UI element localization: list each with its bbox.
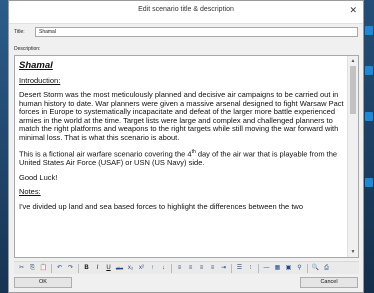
toolbar-separator <box>78 263 79 273</box>
sort-asc-icon[interactable]: ↑ <box>148 263 157 274</box>
italic-icon[interactable]: I <box>93 263 102 274</box>
description-label: Description: <box>14 46 41 52</box>
scenario-heading: Shamal <box>19 60 53 71</box>
edit-scenario-dialog: Edit scenario title & description ✕ Titl… <box>8 0 364 293</box>
redo-icon[interactable]: ↷ <box>66 263 75 274</box>
good-luck-text: Good Luck! <box>19 172 58 182</box>
notes-label: Notes: <box>19 187 41 196</box>
title-label: Title: <box>14 29 25 35</box>
editor-scrollbar[interactable]: ▲ ▼ <box>347 56 358 257</box>
print-icon[interactable]: ⎙ <box>322 263 331 274</box>
introduction-label: Introduction: <box>19 75 61 85</box>
intro-paragraph: Desert Storm was the most meticulously p… <box>19 90 344 142</box>
dialog-titlebar: Edit scenario title & description ✕ <box>9 1 363 24</box>
cancel-button[interactable]: Cancel <box>300 277 358 288</box>
undo-icon[interactable]: ↶ <box>55 263 64 274</box>
scroll-up-icon[interactable]: ▲ <box>348 58 358 64</box>
image-icon[interactable]: ▣ <box>284 263 293 274</box>
subscript-icon[interactable]: x₂ <box>126 263 135 274</box>
scroll-thumb[interactable] <box>350 66 356 114</box>
bold-icon[interactable]: B <box>82 263 91 274</box>
toolbar-separator <box>258 263 259 273</box>
close-icon[interactable]: ✕ <box>349 5 357 16</box>
fictional-paragraph: This is a fictional air warfare scenario… <box>19 148 348 168</box>
copy-icon[interactable]: ⎘ <box>28 263 37 274</box>
toolbar-separator <box>307 263 308 273</box>
description-editor[interactable]: Shamal Introduction: Desert Storm was th… <box>14 55 359 258</box>
desktop-marker <box>365 26 373 35</box>
align-right-icon[interactable]: ≡ <box>197 263 206 274</box>
desktop-background-left <box>0 0 8 293</box>
justify-icon[interactable]: ≡ <box>208 263 217 274</box>
toolbar-separator <box>171 263 172 273</box>
desktop-marker <box>365 112 373 121</box>
find-icon[interactable]: 🔍 <box>311 263 320 274</box>
notes-paragraph: I've divided up land and sea based force… <box>19 201 303 211</box>
toolbar-separator <box>231 263 232 273</box>
numbered-list-icon[interactable]: ⁝ <box>246 263 255 274</box>
cut-icon[interactable]: ✂ <box>17 263 26 274</box>
desktop-marker <box>365 66 373 75</box>
indent-icon[interactable]: ⇥ <box>219 263 228 274</box>
paste-icon[interactable]: 📋 <box>39 263 48 274</box>
dialog-title: Edit scenario title & description <box>138 6 234 13</box>
strikethrough-icon[interactable]: abc <box>115 263 124 274</box>
desktop-marker <box>365 178 373 187</box>
horizontal-rule-icon[interactable]: — <box>262 263 271 274</box>
align-left-icon[interactable]: ≡ <box>175 263 184 274</box>
scroll-down-icon[interactable]: ▼ <box>348 249 358 255</box>
align-center-icon[interactable]: ≡ <box>186 263 195 274</box>
ok-button[interactable]: OK <box>14 277 72 288</box>
formatting-toolbar: ✂ ⎘ 📋 ↶ ↷ B I U abc x₂ x² ↑ ↓ ≡ ≡ ≡ ≡ ⇥ … <box>14 261 359 274</box>
desktop-background-right <box>364 0 374 293</box>
sort-desc-icon[interactable]: ↓ <box>159 263 168 274</box>
editor-content: Shamal Introduction: Desert Storm was th… <box>19 60 348 217</box>
underline-icon[interactable]: U <box>104 263 113 274</box>
toolbar-separator <box>51 263 52 273</box>
link-icon[interactable]: ⚲ <box>295 263 304 274</box>
bullet-list-icon[interactable]: ☰ <box>235 263 244 274</box>
title-input[interactable]: Shamal <box>35 27 358 37</box>
table-icon[interactable]: ▦ <box>273 263 282 274</box>
superscript-icon[interactable]: x² <box>137 263 146 274</box>
